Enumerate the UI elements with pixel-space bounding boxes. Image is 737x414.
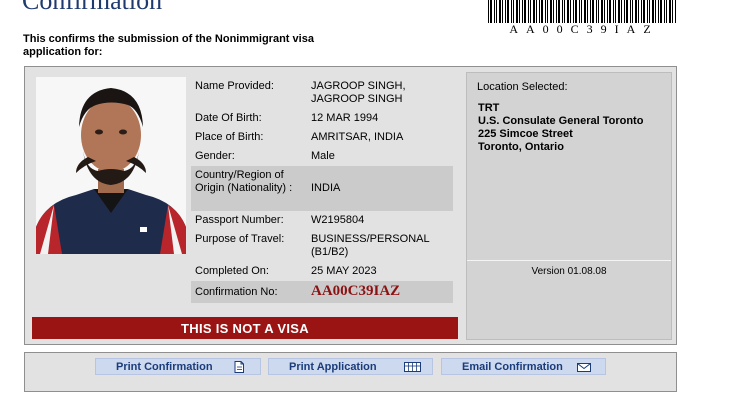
applicant-photo (36, 77, 186, 254)
print-confirmation-button[interactable]: Print Confirmation (95, 358, 261, 375)
print-grid-icon (404, 361, 421, 373)
field-value: JAGROOP SINGH, JAGROOP SINGH (311, 80, 406, 105)
barcode-bars (488, 0, 676, 23)
field-value: Male (311, 150, 335, 162)
field-value: AMRITSAR, INDIA (311, 131, 404, 143)
field-label: Name Provided: (195, 80, 274, 92)
location-panel: Location Selected: TRT U.S. Consulate Ge… (466, 72, 672, 340)
divider (467, 260, 671, 261)
field-label: Gender: (195, 150, 235, 162)
button-label: Print Confirmation (116, 361, 213, 373)
field-value: 25 MAY 2023 (311, 265, 377, 277)
location-city: Toronto, Ontario (478, 141, 564, 153)
field-date-of-birth: Date Of Birth: 12 MAR 1994 (191, 112, 453, 125)
field-label: Place of Birth: (195, 131, 264, 143)
field-purpose-of-travel: Purpose of Travel: BUSINESS/PERSONAL (B1… (191, 233, 453, 259)
field-value: BUSINESS/PERSONAL (B1/B2) (311, 233, 430, 258)
barcode: AA00C39IAZ (488, 0, 680, 38)
location-code: TRT (478, 102, 500, 114)
envelope-icon (577, 361, 591, 373)
intro-text: This confirms the submission of the Noni… (23, 33, 314, 58)
field-label: Country/Region of Origin (Nationality) : (195, 169, 293, 194)
location-address: TRT U.S. Consulate General Toronto 225 S… (478, 102, 643, 154)
action-bar: Print Confirmation Print Application Ema… (24, 352, 677, 392)
field-place-of-birth: Place of Birth: AMRITSAR, INDIA (191, 131, 453, 144)
email-confirmation-button[interactable]: Email Confirmation (441, 358, 606, 375)
field-value: 12 MAR 1994 (311, 112, 379, 124)
field-completed-on: Completed On: 25 MAY 2023 (191, 265, 453, 278)
button-label: Print Application (289, 361, 377, 373)
location-heading: Location Selected: (477, 81, 568, 93)
confirmation-panel: Name Provided: JAGROOP SINGH, JAGROOP SI… (24, 66, 677, 345)
not-a-visa-banner: THIS IS NOT A VISA (32, 317, 458, 339)
field-label: Date Of Birth: (195, 112, 262, 124)
field-name: Name Provided: JAGROOP SINGH, JAGROOP SI… (191, 80, 453, 106)
field-label: Confirmation No: (195, 286, 278, 298)
field-label: Purpose of Travel: (195, 233, 285, 245)
field-label: Passport Number: (195, 214, 284, 226)
page-title: Confirmation (22, 0, 163, 15)
button-label: Email Confirmation (462, 361, 563, 373)
field-value: INDIA (311, 182, 341, 194)
field-value: W2195804 (311, 214, 365, 226)
location-street: 225 Simcoe Street (478, 128, 573, 140)
field-label: Completed On: (195, 265, 269, 277)
version-label: Version 01.08.08 (531, 266, 607, 277)
document-icon (232, 361, 246, 373)
barcode-text: AA00C39IAZ (509, 22, 659, 36)
field-passport-number: Passport Number: W2195804 (191, 214, 453, 227)
confirmation-number: AA00C39IAZ (311, 283, 401, 299)
field-nationality: Country/Region of Origin (Nationality) :… (191, 166, 453, 211)
field-gender: Gender: Male (191, 150, 453, 163)
field-confirmation-number: Confirmation No: AA00C39IAZ (191, 281, 453, 303)
location-office: U.S. Consulate General Toronto (478, 115, 644, 127)
print-application-button[interactable]: Print Application (268, 358, 433, 375)
